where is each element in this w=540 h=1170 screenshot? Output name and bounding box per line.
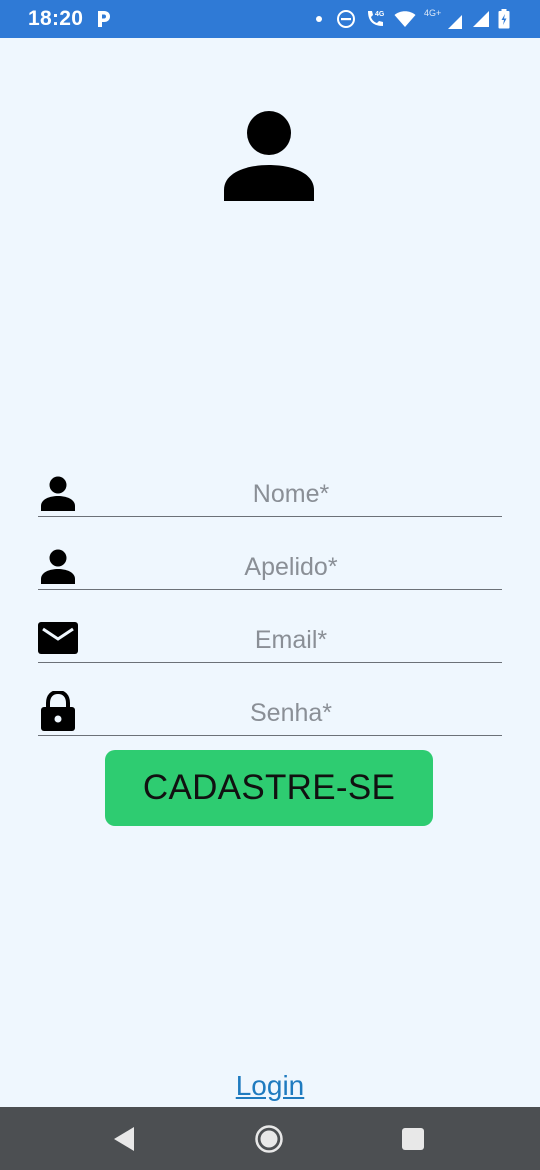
navigation-bar: [0, 1107, 540, 1170]
svg-text:4G+: 4G+: [424, 8, 441, 18]
do-not-disturb-icon: [337, 10, 355, 28]
svg-text:4G: 4G: [375, 11, 385, 18]
signup-button[interactable]: CADASTRE-SE: [105, 750, 433, 826]
signup-form: [38, 468, 502, 760]
name-field-row: [38, 468, 502, 517]
battery-icon: [498, 9, 510, 29]
notification-dot: [316, 16, 322, 22]
signal-4g-icon: 4G+: [424, 8, 462, 29]
name-input[interactable]: [38, 474, 502, 514]
email-field-row: [38, 614, 502, 663]
parking-icon: [98, 11, 110, 27]
status-icons: 4G 4G+: [316, 7, 510, 31]
user-avatar-icon: [224, 111, 314, 201]
back-icon[interactable]: [108, 1123, 140, 1155]
signal-icon: [473, 11, 489, 27]
status-bar: 18:20 4G 4G+: [0, 0, 540, 38]
home-icon[interactable]: [253, 1123, 285, 1155]
volte-call-icon: 4G: [368, 11, 385, 26]
surname-field-row: [38, 541, 502, 590]
status-time: 18:20: [28, 7, 84, 30]
password-input[interactable]: [38, 693, 502, 733]
wifi-icon: [394, 11, 416, 27]
recents-icon[interactable]: [397, 1123, 429, 1155]
email-input[interactable]: [38, 620, 502, 660]
login-link[interactable]: Login: [0, 1070, 540, 1102]
surname-input[interactable]: [38, 547, 502, 587]
password-field-row: [38, 687, 502, 736]
